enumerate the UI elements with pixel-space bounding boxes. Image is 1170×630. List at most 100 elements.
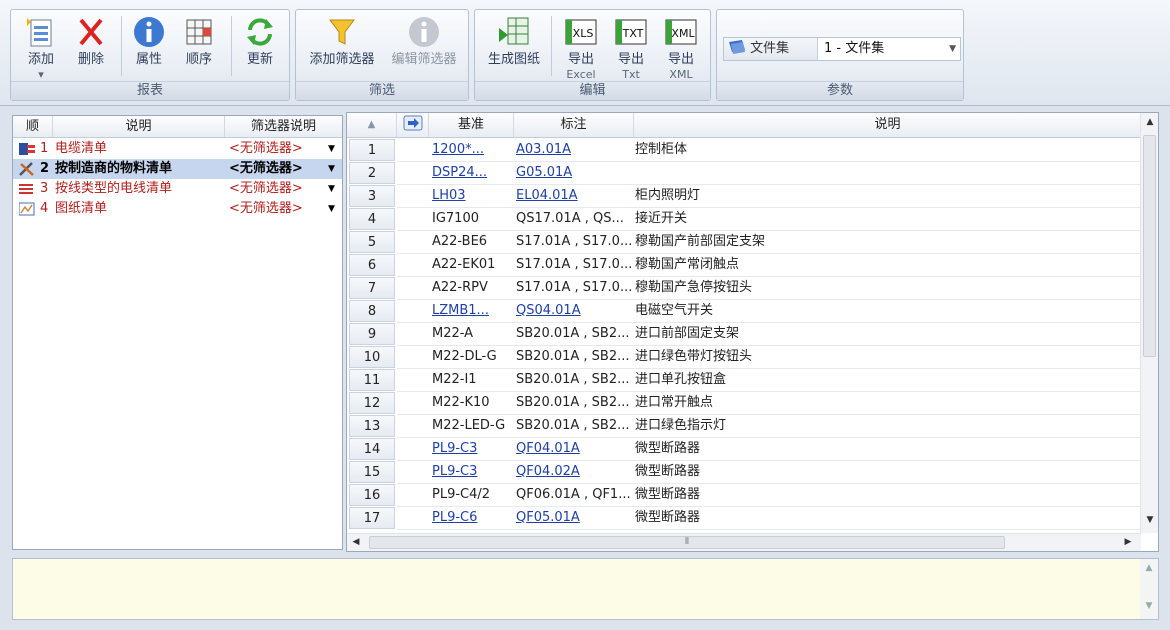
sort-up-icon[interactable]: ▲ [347,113,397,137]
row-number[interactable]: 1 [349,139,395,161]
scroll-down-icon[interactable]: ▼ [1140,601,1158,611]
add-filter-button[interactable]: 添加筛选器 [302,14,382,67]
fileset-select[interactable]: 文件集 1 - 文件集 ▼ [723,37,961,61]
refresh-icon [247,18,273,46]
row-number[interactable]: 12 [349,392,395,414]
cell-base[interactable]: PL9-C3 [432,461,514,483]
row-number[interactable]: 3 [349,185,395,207]
table-row[interactable]: 7 A22-RPV S17.01A , S17.0... 穆勒国产急停按钮头 [347,277,1141,300]
separator [551,16,552,76]
add-button[interactable]: 添加 ▾ [19,14,63,82]
scroll-up-icon[interactable]: ▲ [1141,117,1159,127]
cable-list-icon [19,143,35,155]
order-button[interactable]: 顺序 [177,14,221,67]
fileset-value[interactable]: 1 - 文件集 [820,38,960,60]
list-item-number: 3 [40,181,49,196]
header-tag[interactable]: 标注 [514,113,634,137]
export-txt-button[interactable]: TXT 导出 Txt [609,14,653,82]
delete-button[interactable]: 删除 [69,14,113,67]
table-row[interactable]: 8 LZMB1... QS04.01A 电磁空气开关 [347,300,1141,323]
table-row[interactable]: 15 PL9-C3 QF04.02A 微型断路器 [347,461,1141,484]
table-row[interactable]: 12 M22-K10 SB20.01A , SB2... 进口常开触点 [347,392,1141,415]
row-number[interactable]: 11 [349,369,395,391]
generate-drawing-button[interactable]: 生成图纸 [481,14,547,67]
chevron-down-icon[interactable]: ▼ [949,38,956,60]
list-item[interactable]: 1 电缆清单 <无筛选器> ▼ [13,139,342,159]
row-number[interactable]: 13 [349,415,395,437]
table-row[interactable]: 10 M22-DL-G SB20.01A , SB2... 进口绿色带灯按钮头 [347,346,1141,369]
table-row[interactable]: 9 M22-A SB20.01A , SB2... 进口前部固定支架 [347,323,1141,346]
row-number[interactable]: 4 [349,208,395,230]
cell-tag[interactable]: QS04.01A [516,300,634,322]
header-filter-description[interactable]: 筛选器说明 [225,116,342,137]
list-item[interactable]: 4 图纸清单 <无筛选器> ▼ [13,199,342,219]
table-row[interactable]: 13 M22-LED-G SB20.01A , SB2... 进口绿色指示灯 [347,415,1141,438]
cell-base[interactable]: LZMB1... [432,300,514,322]
scroll-right-icon[interactable]: ▶ [1119,537,1137,547]
row-number[interactable]: 9 [349,323,395,345]
list-item[interactable]: 3 按线类型的电线清单 <无筛选器> ▼ [13,179,342,199]
header-description[interactable]: 说明 [53,116,225,137]
table-row[interactable]: 1 1200*... A03.01A 控制柜体 [347,139,1141,162]
update-button[interactable]: 更新 [237,14,283,67]
table-row[interactable]: 5 A22-BE6 S17.01A , S17.0... 穆勒国产前部固定支架 [347,231,1141,254]
navigate-arrow-icon[interactable] [397,113,429,137]
row-number[interactable]: 5 [349,231,395,253]
bom-tools-icon [19,162,34,176]
list-item-label: 图纸清单 [55,201,108,216]
report-group-title: 报表 [11,81,289,100]
table-row[interactable]: 14 PL9-C3 QF04.01A 微型断路器 [347,438,1141,461]
edit-filter-button[interactable]: 编辑筛选器 [384,14,464,67]
cell-tag[interactable]: QF04.01A [516,438,634,460]
table-row[interactable]: 2 DSP24... G05.01A [347,162,1141,185]
cell-tag[interactable]: EL04.01A [516,185,634,207]
table-row[interactable]: 16 PL9-C4/2 QF06.01A , QF1... 微型断路器 [347,484,1141,507]
cell-tag[interactable]: A03.01A [516,139,634,161]
row-number[interactable]: 17 [349,507,395,529]
row-number[interactable]: 10 [349,346,395,368]
horizontal-scrollbar[interactable]: ◀ ⦀ ▶ [347,533,1141,551]
row-divider [397,529,1141,530]
table-row[interactable]: 11 M22-I1 SB20.01A , SB2... 进口单孔按钮盒 [347,369,1141,392]
cell-tag[interactable]: QF05.01A [516,507,634,529]
row-number[interactable]: 15 [349,461,395,483]
chevron-down-icon[interactable]: ▼ [323,201,340,217]
scroll-left-icon[interactable]: ◀ [347,537,365,547]
row-number[interactable]: 14 [349,438,395,460]
chevron-down-icon[interactable]: ▼ [323,141,340,157]
cell-base[interactable]: DSP24... [432,162,514,184]
list-item[interactable]: 2 按制造商的物料清单 <无筛选器> ▼ [13,159,342,179]
row-number[interactable]: 16 [349,484,395,506]
list-item-number: 4 [40,201,49,216]
properties-button[interactable]: 属性 [127,14,171,67]
export-excel-button[interactable]: XLS 导出 Excel [559,14,603,82]
header-base[interactable]: 基准 [429,113,514,137]
cell-base[interactable]: PL9-C3 [432,438,514,460]
scroll-thumb[interactable] [1143,135,1156,357]
row-number[interactable]: 7 [349,277,395,299]
cell-base[interactable]: 1200*... [432,139,514,161]
table-row[interactable]: 4 IG7100 QS17.01A , QS... 接近开关 [347,208,1141,231]
scroll-thumb[interactable]: ⦀ [369,536,1005,549]
header-order[interactable]: 顺 [13,116,53,137]
cell-tag[interactable]: QF04.02A [516,461,634,483]
table-row[interactable]: 17 PL9-C6 QF05.01A 微型断路器 [347,507,1141,530]
export-xml-button[interactable]: XML 导出 XML [659,14,703,82]
header-description[interactable]: 说明 [634,113,1141,137]
chevron-down-icon[interactable]: ▼ [323,161,340,177]
description-box[interactable]: ▲ ▼ [12,558,1159,620]
cell-base[interactable]: PL9-C6 [432,507,514,529]
delete-icon [79,18,103,46]
chevron-down-icon[interactable]: ▼ [323,181,340,197]
description-scrollbar[interactable]: ▲ ▼ [1140,559,1158,619]
scroll-down-icon[interactable]: ▼ [1141,515,1159,525]
cell-tag[interactable]: G05.01A [516,162,634,184]
scroll-up-icon[interactable]: ▲ [1140,563,1158,573]
row-number[interactable]: 6 [349,254,395,276]
cell-base[interactable]: LH03 [432,185,514,207]
vertical-scrollbar[interactable]: ▲ ▼ [1140,113,1158,533]
row-number[interactable]: 2 [349,162,395,184]
row-number[interactable]: 8 [349,300,395,322]
table-row[interactable]: 3 LH03 EL04.01A 柜内照明灯 [347,185,1141,208]
table-row[interactable]: 6 A22-EK01 S17.01A , S17.0... 穆勒国产常闭触点 [347,254,1141,277]
